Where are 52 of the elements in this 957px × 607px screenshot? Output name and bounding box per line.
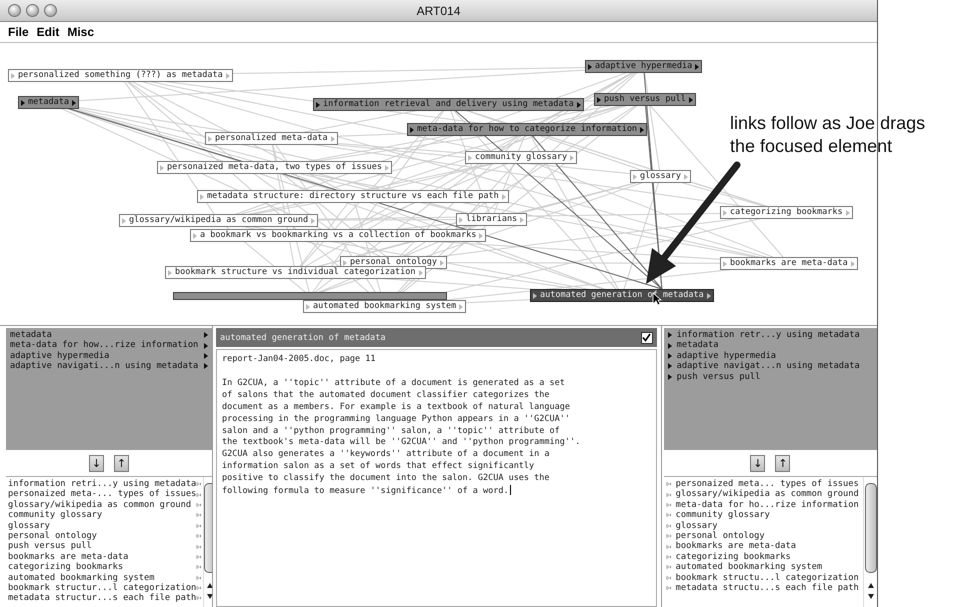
list-item[interactable]: information retr...y using metadata bbox=[668, 330, 873, 340]
list-item[interactable]: push versus pull bbox=[668, 372, 873, 382]
list-item[interactable]: personaized meta... types of issues bbox=[666, 479, 861, 490]
graph-node[interactable]: librarians bbox=[456, 213, 528, 226]
list-item[interactable]: bookmark structu...l categorization bbox=[666, 572, 861, 583]
list-item[interactable]: glossary bbox=[666, 520, 861, 531]
list-item[interactable]: adaptive hypermedia bbox=[668, 350, 873, 362]
menu-item[interactable]: Misc bbox=[67, 25, 94, 39]
menu-item[interactable]: File bbox=[8, 25, 29, 39]
graph-node[interactable]: glossary/wikipedia as common ground bbox=[119, 214, 318, 227]
arrow-button[interactable]: ↑ bbox=[114, 454, 129, 472]
list-item[interactable]: metadata structur...s each file path bbox=[8, 593, 202, 604]
list-item[interactable]: categorizing bookmarks bbox=[666, 552, 861, 562]
graph-node[interactable]: bookmark structure vs individual categorization bbox=[165, 266, 426, 279]
document-text: In G2CUA, a ''topic'' attribute of a document is generated as a set of salons that the automated document classifier categorizes the document as a members. For example is a textbook of natural language processing in the programming language Python appears in a ''G2CUA'' salon and a ''python programming'' salon, a ''topic'' attribute of the textbook's meta-data will be ''G2CUA'' and ''python programming''. G2CUA also generates a ''keywords'' attribute of a document in a information salon as a set of words that effect significantly positive to classify the document into the salon. G2CUA uses the following formula to measure ''significance'' of a word. bbox=[222, 378, 651, 498]
editor-title: automated generation of metadata bbox=[220, 332, 386, 342]
arrow-button[interactable]: ↓ bbox=[750, 454, 766, 472]
menu-item[interactable]: Edit bbox=[36, 25, 60, 39]
list-item[interactable]: community glossary bbox=[666, 510, 861, 521]
graph-node[interactable]: community glossary bbox=[465, 151, 578, 164]
arrow-button[interactable]: ↓ bbox=[89, 454, 104, 472]
graph-node[interactable]: a bookmark vs bookmarking vs a collection of bookmarks bbox=[190, 229, 486, 242]
list-item[interactable]: metadata bbox=[10, 330, 208, 340]
list-item[interactable]: automated bookmarking system bbox=[8, 572, 202, 583]
list-item[interactable]: personal ontology bbox=[666, 530, 861, 542]
list-item[interactable]: meta-data for how...rize information bbox=[10, 340, 208, 351]
list-item[interactable]: adaptive hypermedia bbox=[10, 350, 208, 362]
list-item[interactable]: glossary/wikipedia as common ground bbox=[666, 489, 861, 500]
graph-node[interactable]: automated bookmarking system bbox=[303, 300, 466, 313]
graph-node[interactable]: metadata bbox=[18, 96, 79, 109]
graph-node[interactable]: personaized meta-data, two types of issues bbox=[157, 161, 392, 174]
list-item[interactable]: metadata bbox=[668, 340, 873, 351]
window-title: ART014 bbox=[416, 4, 462, 18]
graph-node[interactable]: categorizing bookmarks bbox=[720, 206, 853, 219]
graph-node[interactable]: personalized meta-data bbox=[205, 132, 338, 145]
list-item[interactable]: automated bookmarking system bbox=[666, 562, 861, 573]
graph-node[interactable]: personalized something (???) as metadata bbox=[8, 69, 233, 82]
graph-node[interactable]: adaptive hypermedia bbox=[585, 60, 702, 73]
graph-node[interactable]: information retrieval and delivery using metadata bbox=[313, 98, 584, 111]
list-item[interactable]: meta-data for ho...rize information bbox=[666, 500, 861, 510]
graph-node[interactable]: meta-data for how to categorize information bbox=[407, 123, 648, 136]
document-source: report-Jan04-2005.doc, page 11 bbox=[222, 354, 377, 366]
graph-node[interactable]: push versus pull bbox=[594, 93, 696, 106]
list-item[interactable]: bookmark structur...l categorization bbox=[8, 582, 202, 594]
list-item[interactable]: bookmarks are meta-data bbox=[666, 541, 861, 552]
graph-node[interactable]: metadata structure: directory structure vs each file path bbox=[197, 190, 509, 203]
list-item[interactable]: adaptive navigati...n using metadata bbox=[10, 361, 208, 372]
list-item[interactable]: adaptive navigat...n using metadata bbox=[668, 361, 873, 372]
arrow-button[interactable]: ↑ bbox=[775, 454, 790, 472]
graph-node[interactable]: glossary bbox=[630, 170, 691, 183]
list-item[interactable]: metadata structu...s each file path bbox=[666, 582, 861, 594]
graph-node[interactable]: bookmarks are meta-data bbox=[720, 257, 858, 270]
